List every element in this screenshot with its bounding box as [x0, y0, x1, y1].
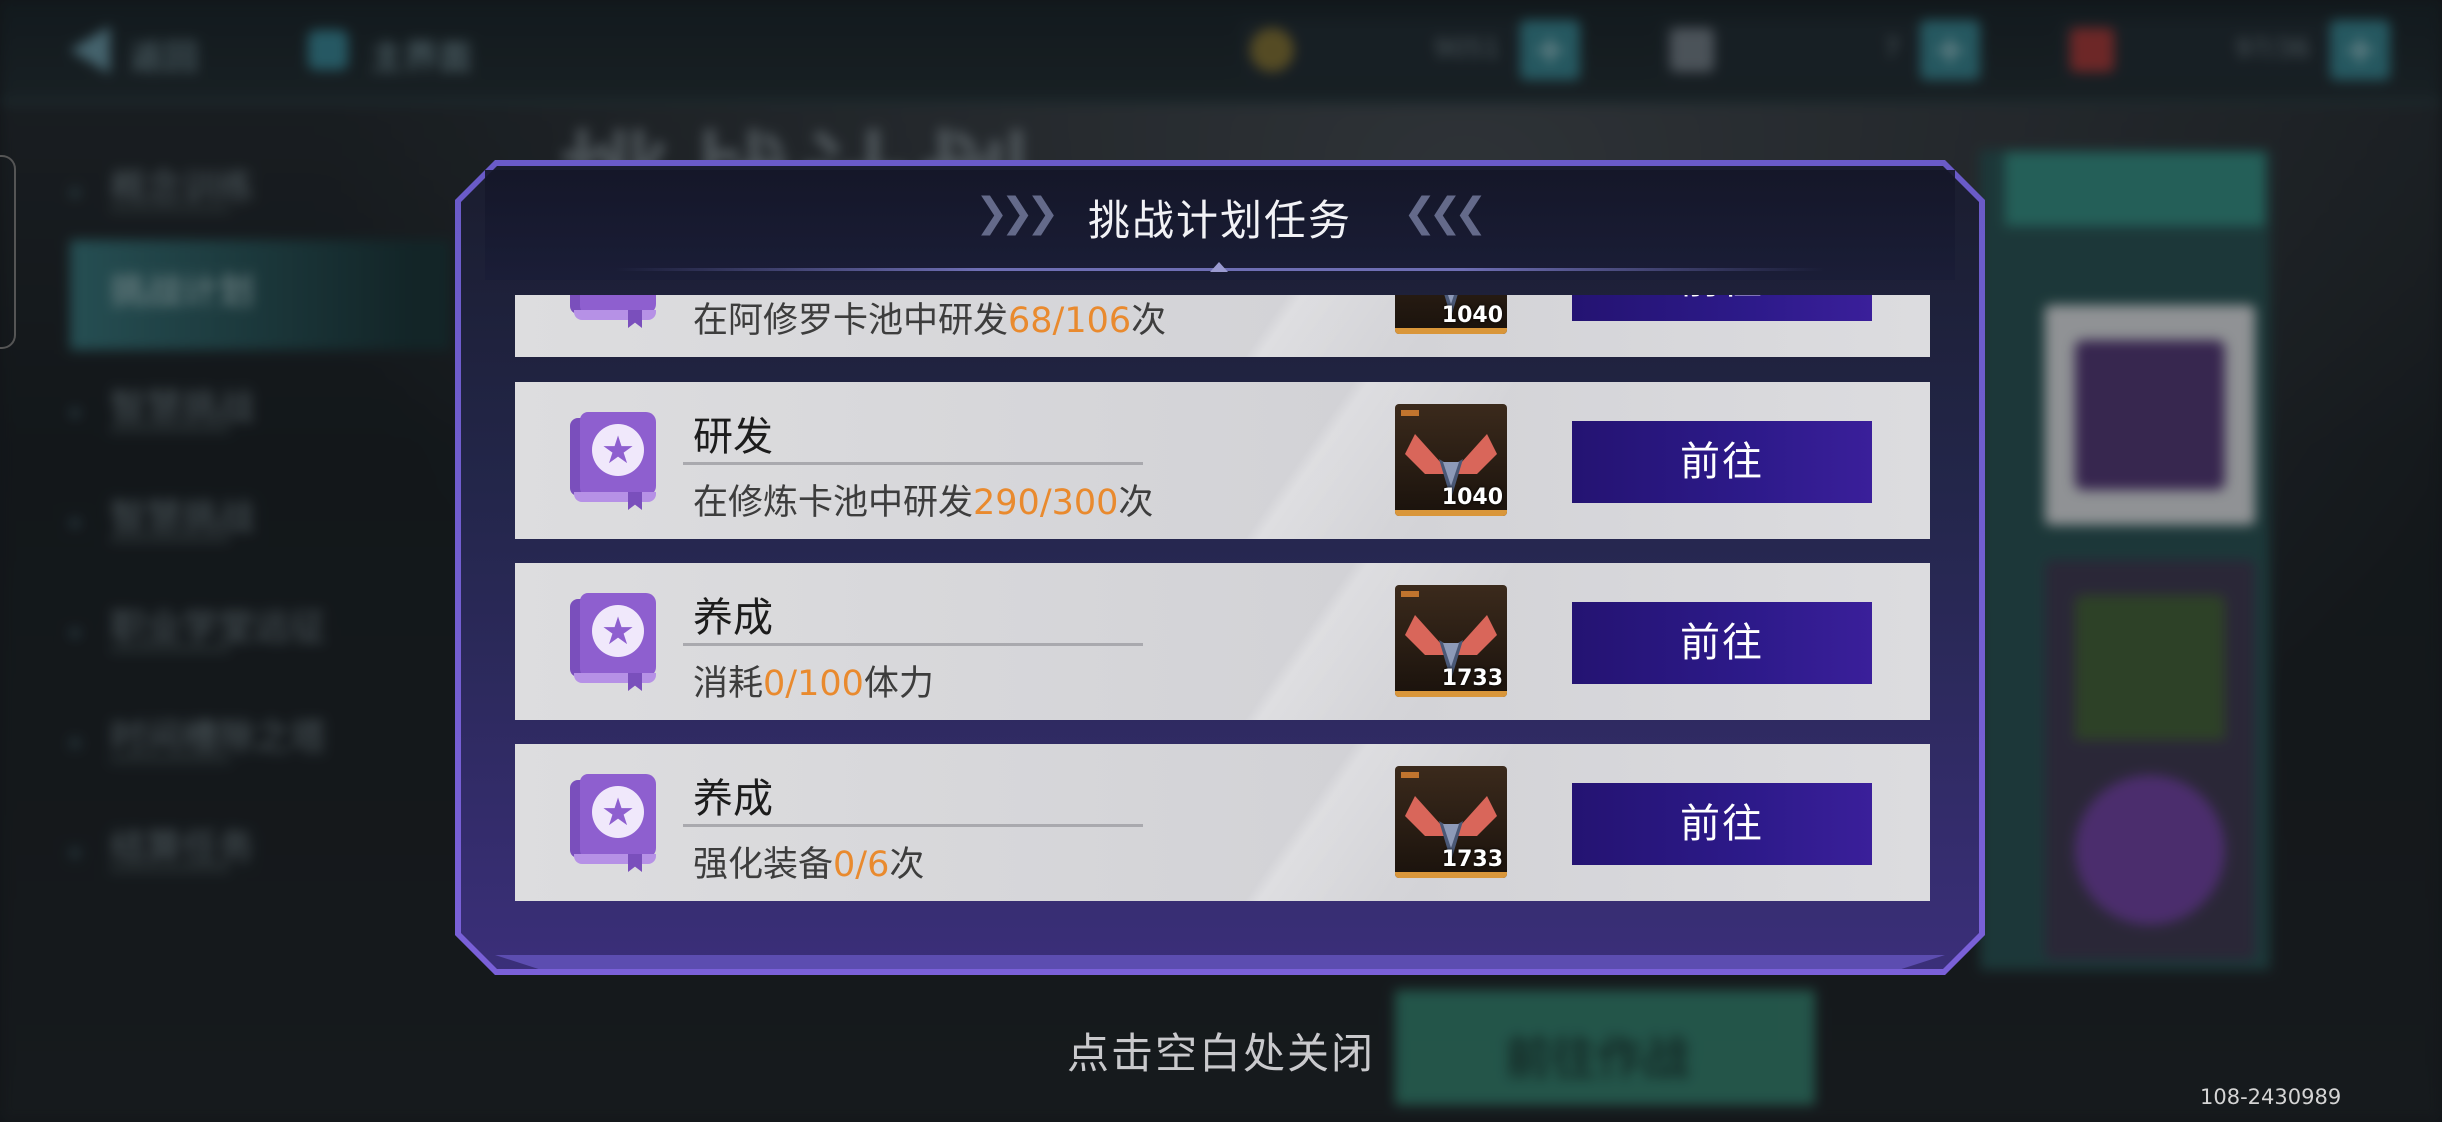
reward-item[interactable]: 1733 [1395, 766, 1507, 878]
task-book-icon: ★ [570, 774, 662, 872]
task-description: 在修炼卡池中研发290/300次 [693, 483, 1154, 523]
reward-item[interactable]: 1733 [1395, 585, 1507, 697]
task-row: ★ 研发 在阿修罗卡池中研发68/106次 1040 前往 [515, 295, 1930, 357]
screen-notch [0, 155, 16, 349]
task-dialog: ❯❯❯ 挑战计划任务 ❮❮❮ ★ 研发 在阿修罗卡池中研发68/106次 104… [455, 160, 1985, 975]
user-id: 108-2430989 [2200, 1085, 2342, 1109]
task-progress: 0/100 [763, 664, 864, 704]
dialog-title: 挑战计划任务 [1087, 196, 1352, 245]
task-row: ★ 养成 强化装备0/6次 1733 前往 [515, 744, 1930, 901]
task-book-icon: ★ [570, 295, 662, 328]
go-button[interactable]: 前往 [1572, 295, 1872, 321]
reward-item[interactable]: 1040 [1395, 404, 1507, 516]
chevron-left-icon: ❮❮❮ [1403, 190, 1487, 236]
task-row: ★ 养成 消耗0/100体力 1733 前往 [515, 563, 1930, 720]
task-progress: 290/300 [973, 483, 1119, 523]
close-hint: 点击空白处关闭 [1066, 1029, 1375, 1078]
task-book-icon: ★ [570, 593, 662, 691]
go-button[interactable]: 前往 [1572, 602, 1872, 684]
go-button[interactable]: 前往 [1572, 421, 1872, 503]
task-description: 强化装备0/6次 [693, 845, 925, 885]
task-book-icon: ★ [570, 412, 662, 510]
reward-item[interactable]: 1040 [1395, 295, 1507, 334]
task-description: 在阿修罗卡池中研发68/106次 [693, 301, 1167, 341]
task-row: ★ 研发 在修炼卡池中研发290/300次 1040 前往 [515, 382, 1930, 539]
task-description: 消耗0/100体力 [693, 664, 934, 704]
dialog-bottom-edge [495, 955, 1945, 969]
task-progress: 0/6 [833, 845, 890, 885]
go-button[interactable]: 前往 [1572, 783, 1872, 865]
task-progress: 68/106 [1008, 301, 1132, 341]
task-list[interactable]: ★ 研发 在阿修罗卡池中研发68/106次 1040 前往 ★ 研发 在修炼卡池… [515, 295, 1930, 915]
